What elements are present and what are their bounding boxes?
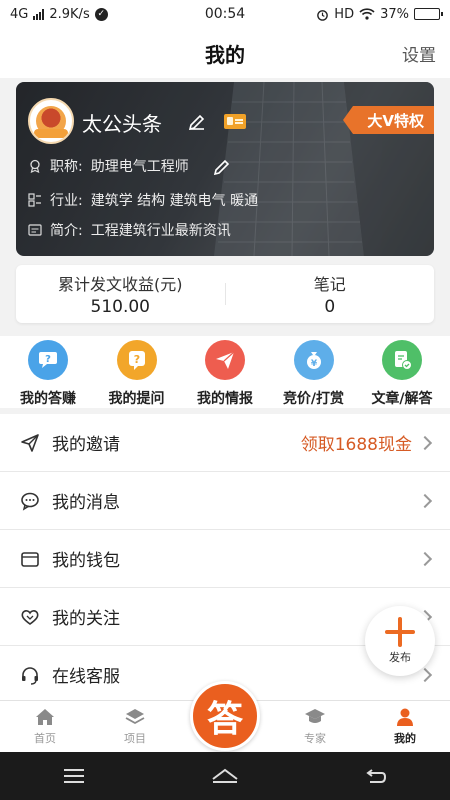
- tab-label: 项目: [124, 732, 146, 745]
- system-nav-bar: [0, 752, 450, 800]
- stat-earnings[interactable]: 累计发文收益(元) 510.00: [16, 265, 225, 323]
- menu-item-messages[interactable]: 我的消息: [0, 472, 450, 530]
- quick-my-questions[interactable]: ? 我的提问: [93, 336, 181, 408]
- header: 我的 设置: [0, 28, 450, 78]
- publish-label: 发布: [389, 651, 411, 664]
- menu-item-invite[interactable]: 我的邀请 领取1688现金: [0, 414, 450, 472]
- stat-value: 510.00: [90, 297, 150, 317]
- tab-label: 我的: [394, 732, 416, 745]
- answer-center-button[interactable]: 答: [190, 681, 260, 751]
- intro-value: 工程建筑行业最新资讯: [90, 223, 231, 239]
- chevron-right-icon: [417, 435, 433, 450]
- invite-cash-promo[interactable]: 领取1688现金: [301, 430, 412, 455]
- tab-experts[interactable]: 专家: [270, 701, 360, 752]
- qa-chat-icon: ?: [28, 340, 68, 380]
- intro-card-icon: [28, 224, 42, 236]
- quick-bidding-tips[interactable]: ¥ 竞价/打赏: [270, 336, 358, 408]
- category-grid-icon: [28, 193, 41, 207]
- stat-label: 累计发文收益(元): [58, 275, 183, 294]
- quick-label: 竞价/打赏: [282, 391, 345, 407]
- quick-label: 我的情报: [197, 391, 253, 407]
- edit-title-icon[interactable]: [213, 157, 231, 175]
- tab-home[interactable]: 首页: [0, 701, 90, 752]
- user-name: 太公头条: [82, 112, 162, 136]
- money-bag-icon: ¥: [293, 340, 334, 380]
- status-bar: 4G 2.9K/s ✓ 00:54 HD 37%: [0, 0, 450, 28]
- job-title-label: 职称:: [50, 159, 83, 175]
- quick-label: 我的提问: [108, 391, 165, 407]
- page-title: 我的: [205, 42, 245, 67]
- menu-label: 我的钱包: [52, 551, 120, 571]
- svg-text:?: ?: [133, 353, 139, 366]
- big-v-privilege-badge[interactable]: 大V特权: [343, 106, 434, 134]
- heart-icon: [21, 609, 39, 625]
- quick-articles-answers[interactable]: 文章/解答: [358, 336, 446, 408]
- home-nav-icon[interactable]: [210, 767, 240, 785]
- tab-label: 首页: [34, 732, 56, 745]
- stat-notes[interactable]: 笔记 0: [226, 265, 435, 323]
- svg-text:?: ?: [45, 354, 51, 365]
- plus-icon: [385, 617, 415, 647]
- home-icon: [36, 709, 54, 725]
- menu-label: 我的关注: [52, 609, 120, 629]
- hd-indicator: HD: [334, 6, 355, 22]
- publish-button[interactable]: 发布: [365, 606, 435, 676]
- chevron-right-icon: [417, 551, 433, 566]
- svg-text:¥: ¥: [310, 359, 317, 369]
- wifi-icon: [359, 8, 375, 20]
- industry-value: 建筑学 结构 建筑电气 暖通: [90, 193, 259, 209]
- signal-icon: [33, 8, 45, 20]
- intro-label: 简介:: [50, 223, 83, 239]
- network-speed: 2.9K/s: [49, 6, 90, 22]
- menu-label: 我的消息: [52, 493, 120, 513]
- alarm-icon: [317, 9, 329, 21]
- edit-name-icon[interactable]: [188, 112, 206, 130]
- quick-actions: ? 我的答赚 ? 我的提问 我的情报 ¥ 竞价/打赏 文章/解答: [0, 336, 450, 408]
- quick-label: 我的答赚: [20, 391, 76, 407]
- settings-button[interactable]: 设置: [402, 41, 436, 66]
- headset-icon: [22, 666, 38, 685]
- person-icon: [397, 708, 413, 726]
- document-check-icon: [382, 340, 422, 380]
- status-left: 4G 2.9K/s ✓: [10, 7, 108, 22]
- chevron-right-icon: [417, 493, 433, 508]
- menu-label: 在线客服: [52, 667, 120, 687]
- layers-icon: [125, 709, 145, 725]
- check-circle-icon: ✓: [94, 7, 108, 21]
- quick-my-intel[interactable]: 我的情报: [181, 336, 269, 408]
- send-icon: [21, 433, 39, 452]
- battery-percent: 37%: [380, 6, 409, 22]
- tab-mine[interactable]: 我的: [360, 701, 450, 752]
- avatar[interactable]: [28, 98, 74, 144]
- quick-my-answers[interactable]: ? 我的答赚: [4, 336, 92, 408]
- network-type: 4G: [10, 6, 29, 22]
- status-right: HD 37%: [316, 6, 443, 22]
- industry-row: 行业: 建筑学 结构 建筑电气 暖通: [28, 190, 258, 210]
- id-card-icon: [224, 114, 246, 129]
- intro-row: 简介: 工程建筑行业最新资讯: [28, 220, 231, 240]
- graduation-cap-icon: [305, 709, 325, 723]
- award-icon: [30, 159, 40, 173]
- wallet-icon: [21, 551, 39, 567]
- message-icon: [21, 492, 39, 511]
- quick-label: 文章/解答: [371, 391, 433, 407]
- menu-icon[interactable]: [62, 767, 86, 785]
- tab-label: 专家: [304, 732, 326, 745]
- job-title-row: 职称: 助理电气工程师: [28, 156, 231, 176]
- paper-plane-icon: [205, 340, 245, 380]
- stat-label: 笔记: [313, 275, 346, 294]
- job-title-value: 助理电气工程师: [90, 159, 189, 175]
- profile-card[interactable]: 太公头条 大V特权 职称: 助理电气工程师 行业: 建筑学 结构 建筑电气 暖通…: [16, 82, 434, 256]
- battery-icon: [414, 8, 443, 20]
- menu-label: 我的邀请: [52, 435, 120, 455]
- stat-value: 0: [324, 297, 336, 317]
- back-icon[interactable]: [364, 767, 388, 785]
- tab-projects[interactable]: 项目: [90, 701, 180, 752]
- industry-label: 行业:: [50, 193, 83, 209]
- question-icon: ?: [116, 340, 157, 380]
- stats-card: 累计发文收益(元) 510.00 笔记 0: [16, 265, 434, 323]
- menu-item-wallet[interactable]: 我的钱包: [0, 530, 450, 588]
